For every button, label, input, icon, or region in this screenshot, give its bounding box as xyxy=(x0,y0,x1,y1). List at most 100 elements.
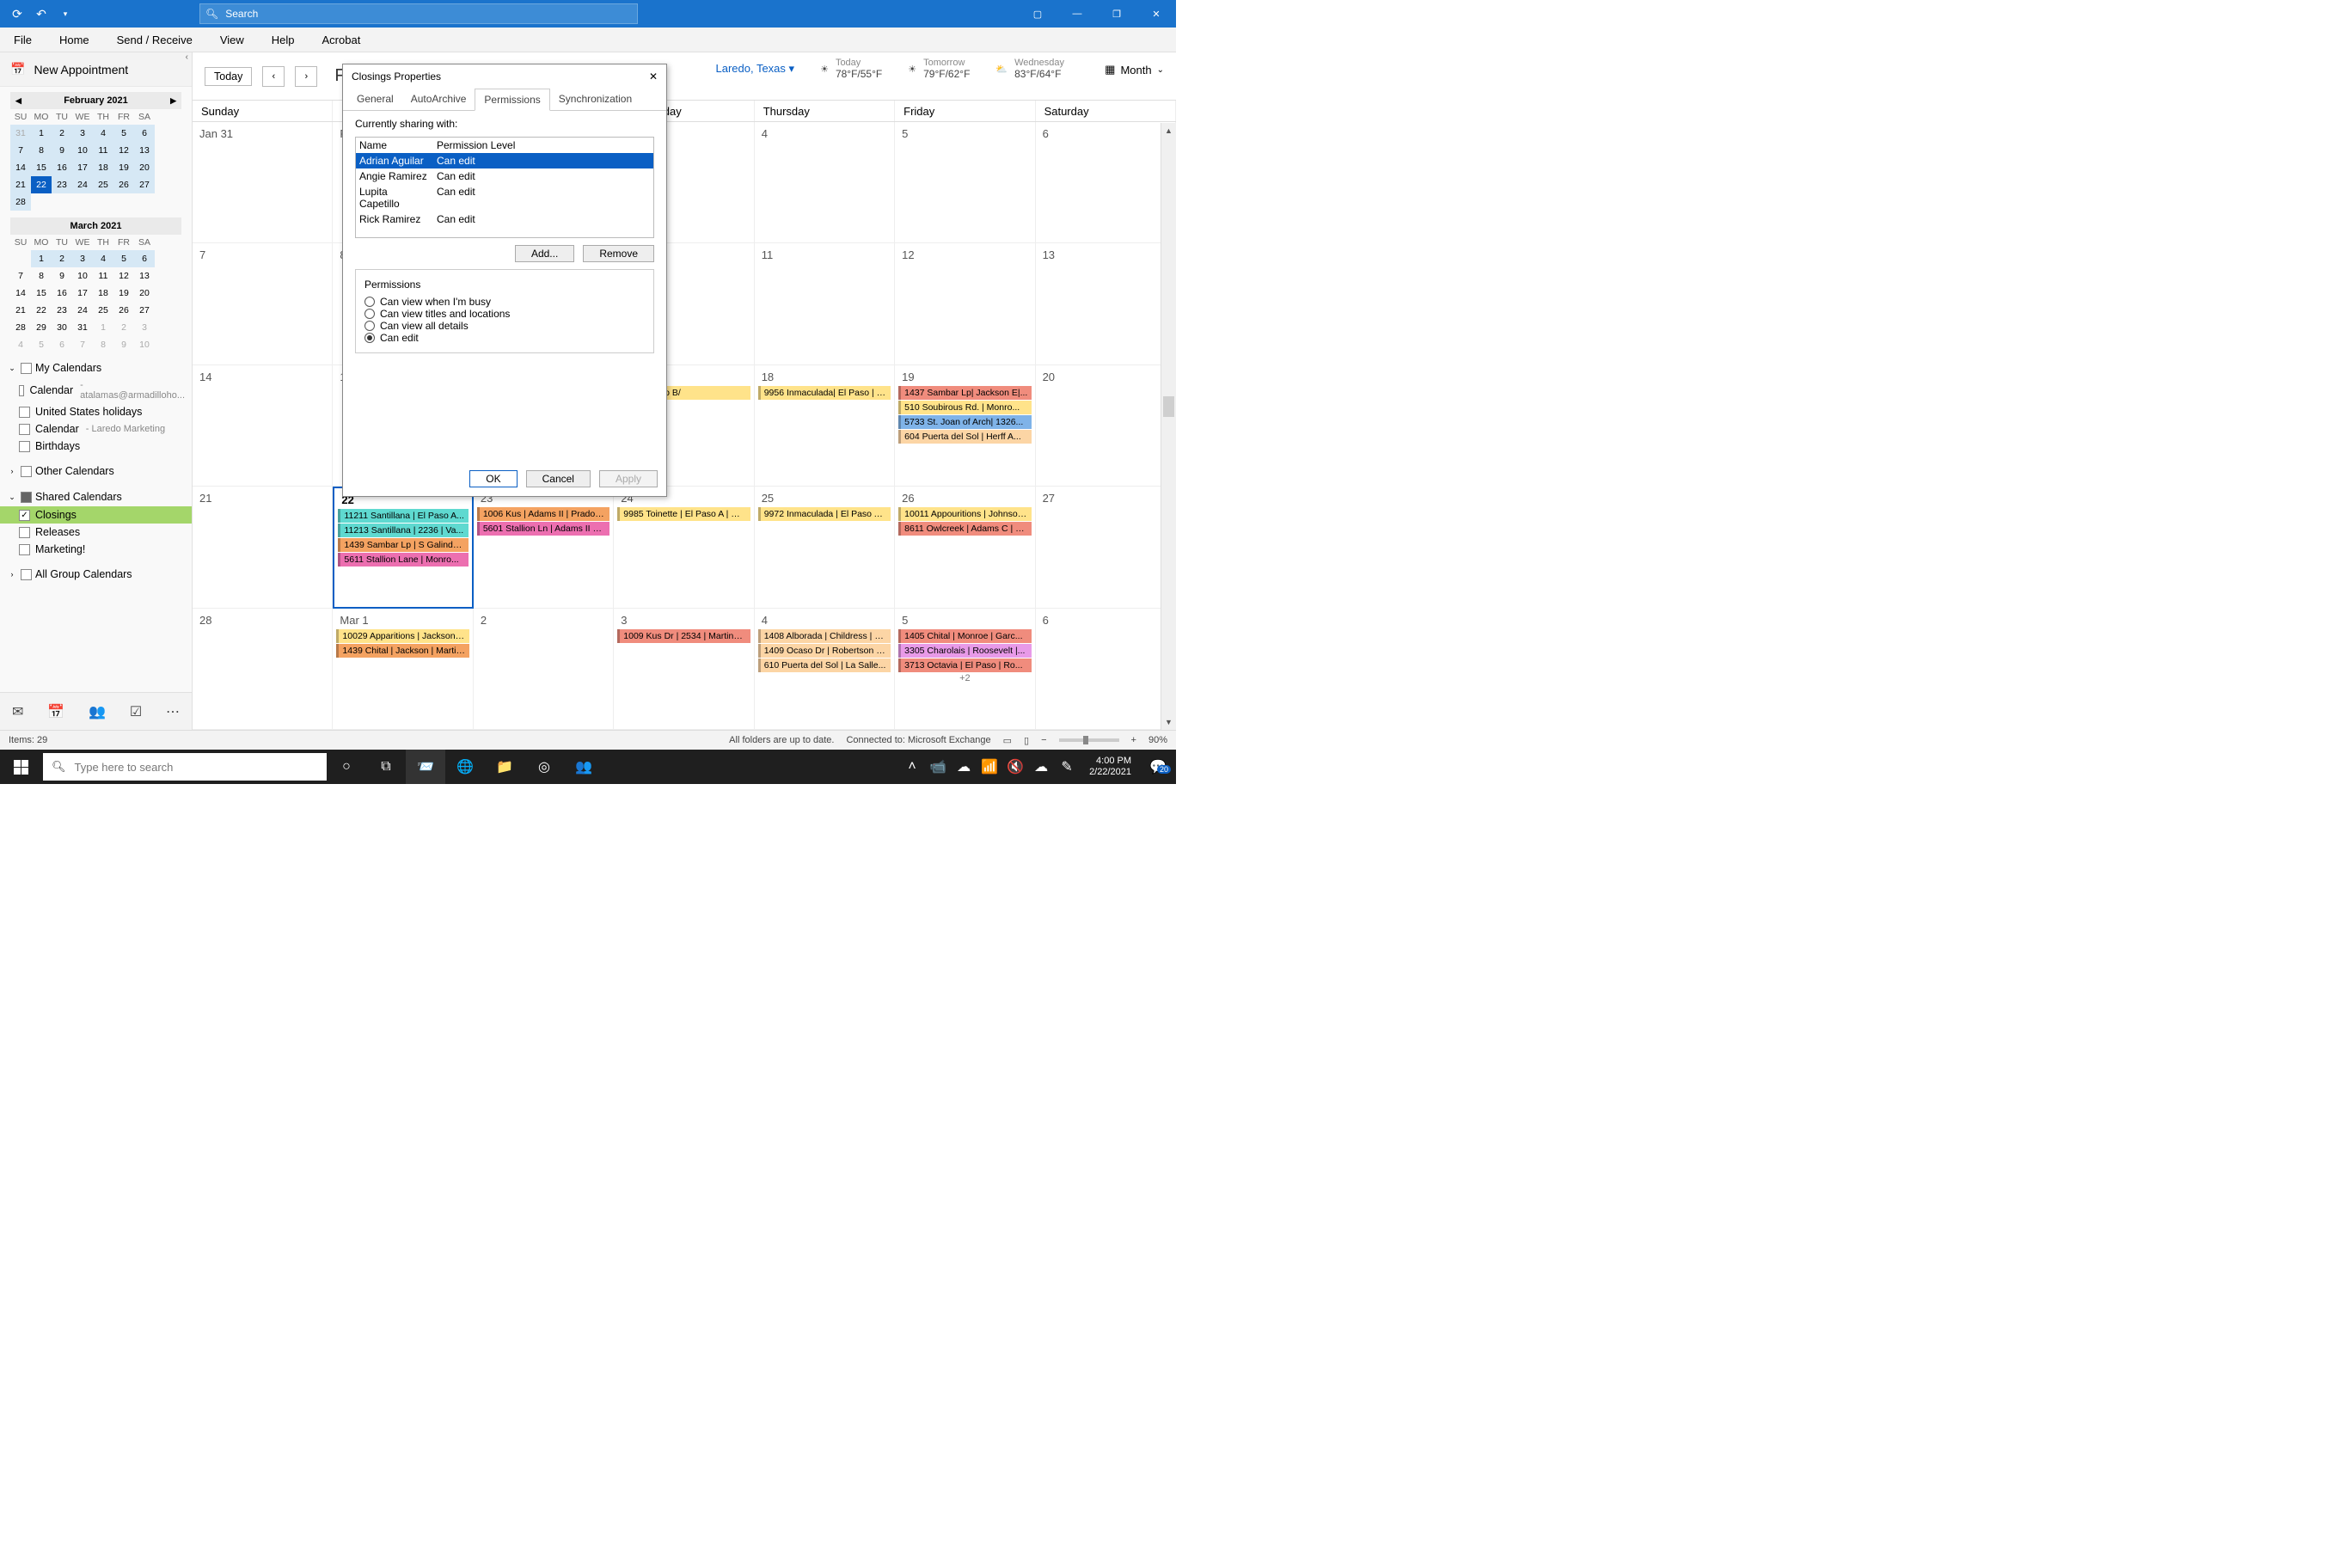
mini-cal-day[interactable]: 19 xyxy=(113,159,134,176)
mini-cal-day[interactable]: 7 xyxy=(72,336,93,353)
mini-cal-day[interactable] xyxy=(93,193,113,211)
calendar-cell[interactable]: 6 xyxy=(1036,609,1176,730)
mini-cal-day[interactable]: 4 xyxy=(93,250,113,267)
permission-radio[interactable]: Can edit xyxy=(364,332,645,344)
calendar-cell[interactable]: 12 xyxy=(895,243,1035,364)
mini-cal-day[interactable]: 17 xyxy=(72,285,93,302)
menu-home[interactable]: Home xyxy=(46,28,103,52)
mini-cal-day[interactable]: 19 xyxy=(113,285,134,302)
calendar-event[interactable]: 1009 Kus Dr | 2534 | Martinez | Navie Fe… xyxy=(617,629,750,643)
mini-cal-day[interactable]: 28 xyxy=(10,193,31,211)
calendar-cell[interactable]: 27 xyxy=(1036,487,1176,608)
mini-cal-day[interactable]: 14 xyxy=(10,285,31,302)
next-period-button[interactable]: › xyxy=(295,66,317,87)
volume-muted-icon[interactable]: 🔇 xyxy=(1005,750,1026,784)
checkbox[interactable] xyxy=(19,527,30,538)
edge-icon[interactable]: 🌐 xyxy=(445,750,485,784)
checkbox[interactable] xyxy=(19,385,24,396)
mini-cal-day[interactable] xyxy=(31,193,52,211)
scroll-up-icon[interactable]: ▲ xyxy=(1161,123,1176,138)
share-row[interactable]: Lupita CapetilloCan edit xyxy=(356,184,653,211)
calendar-event[interactable]: 3305 Charolais | Roosevelt |... xyxy=(898,644,1031,658)
mini-cal-day[interactable]: 25 xyxy=(93,176,113,193)
mini-cal-day[interactable]: 4 xyxy=(10,336,31,353)
customize-qat-icon[interactable]: ▾ xyxy=(57,5,74,22)
remove-button[interactable]: Remove xyxy=(583,245,654,262)
mini-cal-day[interactable]: 3 xyxy=(72,125,93,142)
taskbar-clock[interactable]: 4:00 PM2/22/2021 xyxy=(1082,756,1138,778)
calendar-cell[interactable]: 7 xyxy=(193,243,333,364)
mini-cal-day[interactable]: 8 xyxy=(93,336,113,353)
calendar-item[interactable]: Calendar- Laredo Marketing xyxy=(0,420,192,438)
menu-file[interactable]: File xyxy=(0,28,46,52)
cortana-icon[interactable]: ○ xyxy=(327,750,366,784)
calendar-cell[interactable]: 21 xyxy=(193,487,333,608)
mini-cal-day[interactable]: 20 xyxy=(134,285,155,302)
mini-cal-day[interactable]: 10 xyxy=(72,267,93,285)
share-row[interactable]: Angie RamirezCan edit xyxy=(356,168,653,184)
calendar-cell[interactable]: 191437 Sambar Lp| Jackson E|...510 Soubi… xyxy=(895,365,1035,487)
checkbox[interactable] xyxy=(21,569,32,580)
checkbox[interactable] xyxy=(19,544,30,555)
calendar-item[interactable]: Birthdays xyxy=(0,438,192,455)
start-button[interactable] xyxy=(0,760,41,775)
mini-cal-day[interactable]: 28 xyxy=(10,319,31,336)
mini-cal-day[interactable]: 1 xyxy=(31,125,52,142)
calendar-event[interactable]: 1439 Chital | Jackson | Martinez | Willo… xyxy=(336,644,469,658)
calendar-cell[interactable]: Mar 110029 Apparitions | Jackson | Jimen… xyxy=(333,609,473,730)
mini-cal-day[interactable] xyxy=(72,193,93,211)
calendar-event[interactable]: 9972 Inmaculada | El Paso A | Mendiola |… xyxy=(758,507,891,521)
permission-radio[interactable]: Can view all details xyxy=(364,320,645,332)
mini-cal-day[interactable]: 15 xyxy=(31,159,52,176)
mini-cal-day[interactable]: 9 xyxy=(113,336,134,353)
view-selector[interactable]: ▦ Month ⌄ xyxy=(1105,63,1164,77)
mini-cal-day[interactable]: 5 xyxy=(113,125,134,142)
taskbar-search[interactable]: 🔍︎ Type here to search xyxy=(43,753,327,781)
mini-cal-day[interactable]: 26 xyxy=(113,302,134,319)
scroll-thumb[interactable] xyxy=(1163,396,1174,417)
calendar-event[interactable]: 5733 St. Joan of Arch| 1326... xyxy=(898,415,1031,429)
weather-location[interactable]: Laredo, Texas ▾ xyxy=(715,62,794,76)
mini-cal-day[interactable]: 6 xyxy=(134,125,155,142)
mini-cal-day[interactable]: 26 xyxy=(113,176,134,193)
undo-icon[interactable]: ↶ xyxy=(33,5,50,22)
calendar-cell[interactable]: 189956 Inmaculada| El Paso | Mata | Serv… xyxy=(755,365,895,487)
next-month-icon[interactable]: ▶ xyxy=(170,96,176,106)
calendar-cell[interactable]: 11 xyxy=(755,243,895,364)
meet-now-icon[interactable]: 📹 xyxy=(928,750,948,784)
outlook-icon[interactable]: 📨 xyxy=(406,750,445,784)
mini-cal-day[interactable]: 24 xyxy=(72,176,93,193)
mini-cal-day[interactable]: 30 xyxy=(52,319,72,336)
checkbox[interactable] xyxy=(21,466,32,477)
mini-cal-day[interactable] xyxy=(52,193,72,211)
calendar-event[interactable]: 1409 Ocaso Dr | Robertson | Arredondo | … xyxy=(758,644,891,658)
scroll-down-icon[interactable]: ▼ xyxy=(1161,714,1176,730)
action-center-icon[interactable]: 💬20 xyxy=(1143,758,1173,775)
mail-icon[interactable]: ✉ xyxy=(12,703,23,720)
calendar-cell[interactable]: 259972 Inmaculada | El Paso A | Mendiola… xyxy=(755,487,895,608)
zoom-out-button[interactable]: − xyxy=(1041,735,1046,745)
mini-cal-day[interactable]: 10 xyxy=(72,142,93,159)
checkbox[interactable] xyxy=(21,363,32,374)
calendar-event[interactable]: 1405 Chital | Monroe | Garc... xyxy=(898,629,1031,643)
dialog-tab[interactable]: Synchronization xyxy=(550,89,640,110)
calendar-event[interactable]: 1006 Kus | Adams II | Prado | Del Home xyxy=(477,507,609,521)
menu-send-receive[interactable]: Send / Receive xyxy=(103,28,206,52)
calendar-cell[interactable]: 13 xyxy=(1036,243,1176,364)
explorer-icon[interactable]: 📁 xyxy=(485,750,524,784)
mini-cal-day[interactable]: 23 xyxy=(52,302,72,319)
calendar-event[interactable]: 11211 Santillana | El Paso A... xyxy=(338,509,468,523)
calendar-event[interactable]: 8611 Owlcreek | Adams C | Kirk | MFS xyxy=(898,522,1031,536)
calendar-event[interactable]: 5601 Stallion Ln | Adams II D | Gonzalez… xyxy=(477,522,609,536)
mini-cal-day[interactable]: 20 xyxy=(134,159,155,176)
teams-icon[interactable]: 👥 xyxy=(564,750,603,784)
mini-cal-day[interactable]: 12 xyxy=(113,267,134,285)
calendar-icon[interactable]: 📅 xyxy=(47,703,64,720)
mini-cal-day[interactable]: 31 xyxy=(10,125,31,142)
mini-cal-day[interactable]: 5 xyxy=(31,336,52,353)
calendar-event[interactable]: 1439 Sambar Lp | S Galindo... xyxy=(338,538,468,552)
onedrive2-icon[interactable]: ☁ xyxy=(1031,750,1051,784)
calendar-group-header[interactable]: ⌄Shared Calendars xyxy=(0,487,192,506)
menu-acrobat[interactable]: Acrobat xyxy=(309,28,375,52)
prev-period-button[interactable]: ‹ xyxy=(262,66,285,87)
